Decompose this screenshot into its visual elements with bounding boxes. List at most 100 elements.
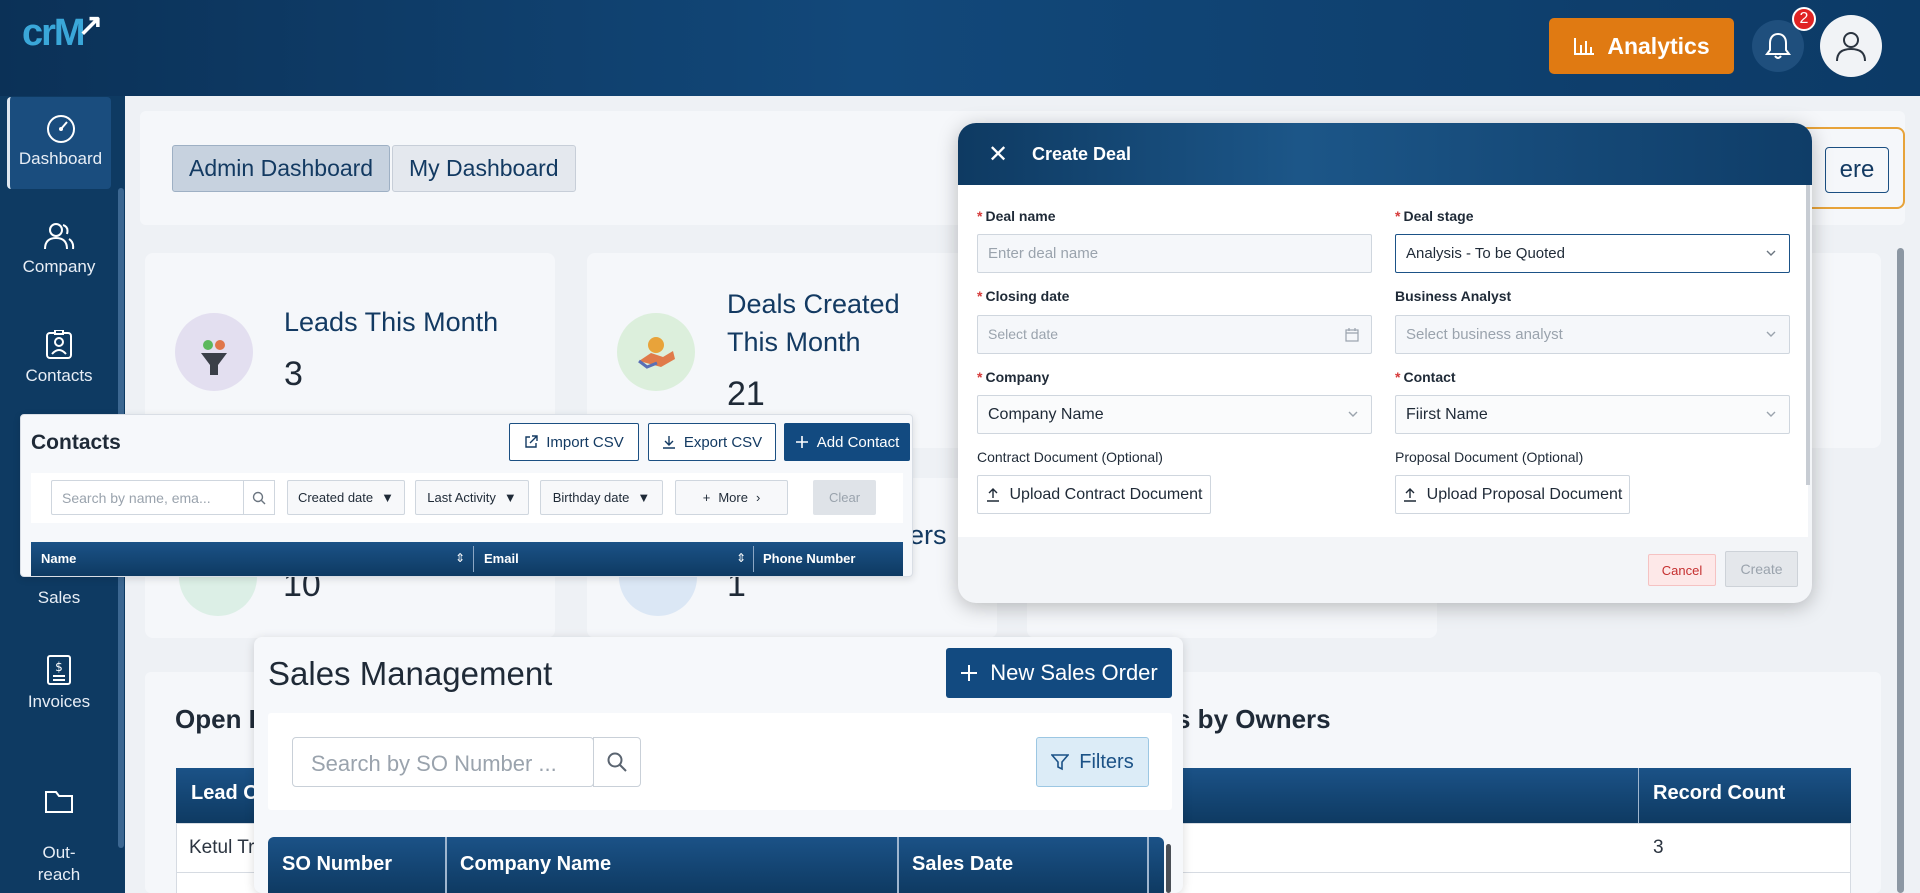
users-icon <box>44 223 75 250</box>
funnel-icon <box>175 313 253 391</box>
contacts-title: Contacts <box>31 431 121 454</box>
deal-stage-select[interactable]: Analysis - To be Quoted <box>1395 234 1790 273</box>
cell-owner: Ketul Tri <box>189 837 259 858</box>
gauge-icon <box>46 115 75 143</box>
clear-filters-button[interactable]: Clear <box>813 480 876 515</box>
stat-title: Deals Created This Month <box>727 289 900 357</box>
caret-down-icon: ▼ <box>503 490 517 505</box>
deal-name-label: * Deal name <box>977 208 1056 224</box>
upload-icon <box>1403 487 1416 502</box>
new-sales-order-button[interactable]: New Sales Order <box>946 648 1172 698</box>
chevron-down-icon <box>1766 331 1776 337</box>
import-csv-button[interactable]: Import CSV <box>509 423 639 461</box>
close-icon[interactable]: ✕ <box>988 140 1008 169</box>
user-icon <box>1836 32 1866 62</box>
chevron-down-icon <box>1766 250 1776 256</box>
analytics-button[interactable]: Analytics <box>1549 18 1734 74</box>
modal-title: Create Deal <box>1032 144 1132 164</box>
so-search-input[interactable]: Search by SO Number ... <box>292 737 594 787</box>
chevron-down-icon <box>1348 411 1358 417</box>
company-select[interactable]: Company Name <box>977 395 1372 434</box>
sidebar-item-company[interactable]: Company <box>0 221 118 277</box>
chevron-down-icon <box>1766 411 1776 417</box>
download-icon <box>662 436 675 449</box>
here-button[interactable]: ere <box>1825 147 1889 193</box>
col-record-count[interactable]: Record Count <box>1653 782 1785 805</box>
export-csv-button[interactable]: Export CSV <box>648 423 776 461</box>
notification-badge: 2 <box>1792 7 1816 31</box>
birthday-date-filter[interactable]: Birthday date ▼ <box>540 480 663 515</box>
bell-icon <box>1765 32 1791 59</box>
page-scrollbar[interactable] <box>1897 248 1904 893</box>
sidebar-item-invoices[interactable]: $ Invoices <box>0 654 118 712</box>
cell-count: 3 <box>1653 837 1664 858</box>
cancel-button[interactable]: Cancel <box>1648 554 1716 586</box>
col-lead-owner[interactable]: Lead O <box>191 782 259 805</box>
calendar-icon <box>1345 328 1359 342</box>
sidebar-item-sales[interactable]: Sales <box>0 588 118 608</box>
upload-proposal-button[interactable]: Upload Proposal Document <box>1395 475 1630 514</box>
deal-stage-label: * Deal stage <box>1395 208 1474 224</box>
col-phone-number[interactable]: Phone Number <box>763 551 855 566</box>
contacts-panel: Contacts Import CSV Export CSV Add Conta… <box>20 414 913 577</box>
sidebar-item-contacts[interactable]: Contacts <box>0 330 118 386</box>
external-link-icon <box>525 435 538 448</box>
sort-icon[interactable]: ⇕ <box>455 551 465 565</box>
last-activity-filter[interactable]: Last Activity ▼ <box>415 480 529 515</box>
stat-value: 21 <box>727 375 765 413</box>
sidebar-item-dashboard[interactable]: Dashboard <box>7 97 111 189</box>
sidebar-item-outreach[interactable]: Out- reach <box>0 766 118 886</box>
folder-icon <box>45 791 73 813</box>
modal-scrollbar[interactable] <box>1806 185 1810 485</box>
contact-select[interactable]: Fiirst Name <box>1395 395 1790 434</box>
open-leads-title: Open L <box>175 704 265 734</box>
chevron-right-icon: › <box>755 490 761 505</box>
caret-down-icon: ▼ <box>381 490 395 505</box>
owners-title: s by Owners <box>1176 704 1331 734</box>
add-contact-button[interactable]: Add Contact <box>784 423 910 461</box>
modal-header: ✕ Create Deal <box>958 123 1812 185</box>
col-email[interactable]: Email <box>484 551 519 566</box>
contact-card-icon <box>46 330 72 359</box>
handshake-icon <box>617 313 695 391</box>
company-label: * Company <box>977 369 1050 385</box>
col-sales-date[interactable]: Sales Date <box>912 853 1013 876</box>
filter-icon <box>1051 754 1070 771</box>
col-so-number[interactable]: SO Number <box>282 853 392 876</box>
create-button[interactable]: Create <box>1725 551 1798 587</box>
tab-my-dashboard[interactable]: My Dashboard <box>392 145 576 192</box>
col-name[interactable]: Name <box>41 551 76 566</box>
contacts-search-input[interactable]: Search by name, ema... <box>51 480 275 515</box>
sort-icon[interactable]: ⇕ <box>736 551 746 565</box>
svg-text:$: $ <box>55 660 63 674</box>
contacts-table-header: Name ⇕ Email ⇕ Phone Number <box>31 542 903 576</box>
sales-scrollbar[interactable] <box>1166 844 1171 893</box>
more-filters-button[interactable]: + More › <box>675 480 788 515</box>
business-analyst-select[interactable]: Select business analyst <box>1395 315 1790 354</box>
contact-label: * Contact <box>1395 369 1456 385</box>
so-search-button[interactable] <box>593 737 641 787</box>
deal-name-input[interactable]: Enter deal name <box>977 234 1372 273</box>
col-company-name[interactable]: Company Name <box>460 853 611 876</box>
stat-title: Leads This Month <box>284 307 499 337</box>
tab-admin-dashboard[interactable]: Admin Dashboard <box>172 145 391 192</box>
caret-down-icon: ▼ <box>637 490 651 505</box>
business-analyst-label: Business Analyst <box>1395 288 1512 304</box>
closing-date-label: * Closing date <box>977 288 1070 304</box>
create-deal-modal: ✕ Create Deal * Deal name Enter deal name… <box>958 123 1812 603</box>
stat-value: 3 <box>284 355 303 393</box>
filters-button[interactable]: Filters <box>1036 737 1149 787</box>
created-date-filter[interactable]: Created date ▼ <box>287 480 405 515</box>
closing-date-input[interactable]: Select date <box>977 315 1372 354</box>
upload-contract-button[interactable]: Upload Contract Document <box>977 475 1211 514</box>
user-avatar[interactable] <box>1820 15 1882 77</box>
bar-chart-icon <box>1574 38 1595 55</box>
plus-icon <box>961 665 978 681</box>
sales-title: Sales Management <box>268 655 553 692</box>
sales-management-panel: Sales Management New Sales Order Search … <box>254 637 1183 893</box>
proposal-document-label: Proposal Document (Optional) <box>1395 449 1584 465</box>
contacts-search-button[interactable] <box>243 480 275 515</box>
stat-title: ers <box>909 520 947 550</box>
app-logo[interactable]: crM ↗ <box>22 9 103 55</box>
search-icon <box>252 491 266 504</box>
